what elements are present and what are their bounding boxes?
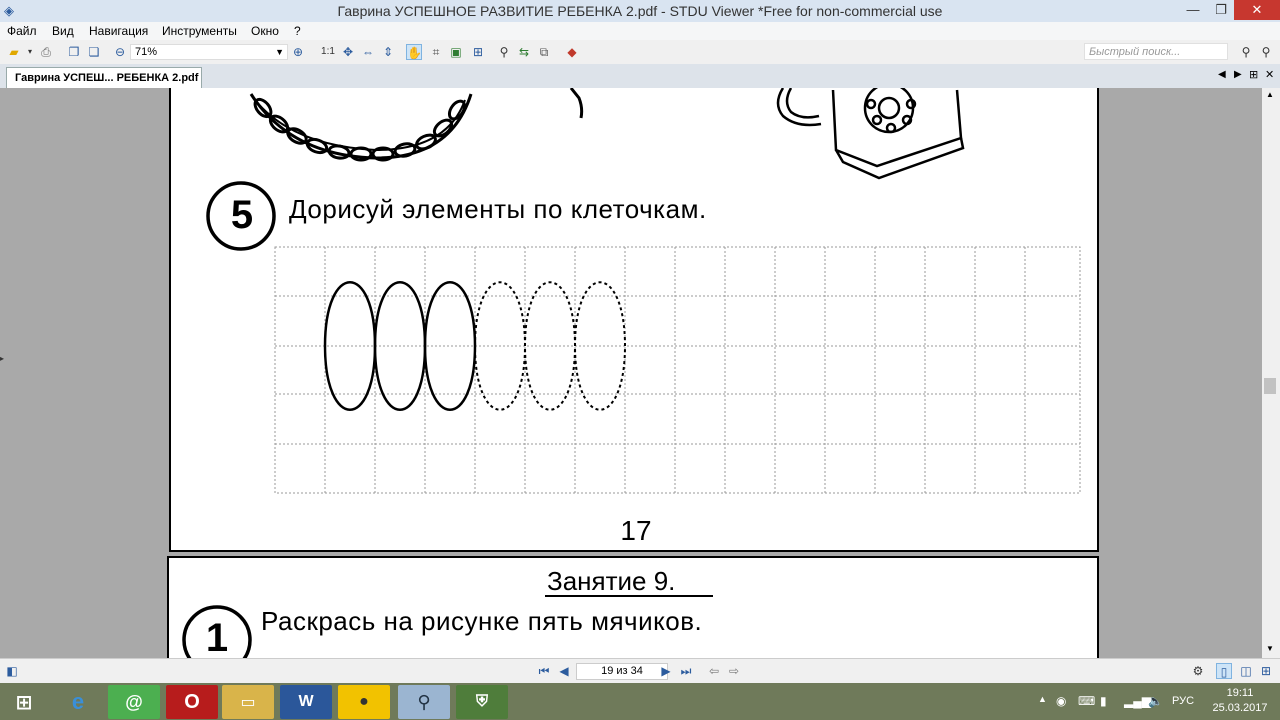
tray-browser-icon[interactable]: ◉ xyxy=(1056,694,1066,708)
copy-page-icon[interactable]: ❐ xyxy=(66,44,82,60)
side-panel-arrow-icon[interactable]: ▸ xyxy=(0,354,4,363)
tab-prev-icon[interactable]: ◀ xyxy=(1218,69,1226,80)
zoom-out-icon[interactable]: ⊖ xyxy=(112,44,128,60)
print-icon[interactable]: ⎙ xyxy=(38,44,54,60)
tray-network-icon[interactable]: ▂▄▆ xyxy=(1124,694,1151,708)
next-page-icon[interactable]: ▶ xyxy=(658,663,674,679)
grid-view-icon[interactable]: ⊞ xyxy=(1258,663,1274,679)
windows-start-icon[interactable]: ⊞ xyxy=(0,685,48,719)
prev-page-icon[interactable]: ◀ xyxy=(556,663,572,679)
taskbar: ⊞ e @ O ▭ W ● ⚲ ⛨ ▲ ◉ ⌨ ▮ ▂▄▆ 🔈 РУС 19:1… xyxy=(0,683,1280,720)
history-back-icon[interactable]: ⇦ xyxy=(706,663,722,679)
page-number: 17 xyxy=(620,515,652,546)
keyboard-language[interactable]: РУС xyxy=(1172,695,1194,707)
lesson-title: Занятие 9. xyxy=(547,566,676,596)
tray-battery-icon[interactable]: ▮ xyxy=(1100,694,1107,708)
page-artwork xyxy=(206,88,1081,494)
bookmark-icon[interactable]: ◆ xyxy=(564,44,580,60)
single-page-view-icon[interactable]: ▯ xyxy=(1216,663,1232,679)
find-icon[interactable]: ⚲ xyxy=(496,44,512,60)
two-page-view-icon[interactable]: ◫ xyxy=(1238,663,1254,679)
tab-bar: Гаврина УСПЕШ... РЕБЕНКА 2.pdf ◀ ▶ ⊞ ✕ xyxy=(0,64,1280,89)
maximize-button[interactable]: ❐ xyxy=(1208,0,1234,20)
toggle-panel-icon[interactable]: ◧ xyxy=(4,663,20,679)
file-explorer-icon[interactable]: ▭ xyxy=(222,685,274,719)
copy-icon[interactable]: ⧉ xyxy=(536,44,552,60)
tab-list-icon[interactable]: ⊞ xyxy=(1249,68,1258,81)
chain-illustration xyxy=(249,93,473,162)
clock-date[interactable]: 25.03.2017 xyxy=(1208,702,1272,714)
close-button[interactable]: ✕ xyxy=(1234,0,1280,20)
first-page-icon[interactable]: ⏮ xyxy=(536,663,552,679)
last-page-icon[interactable]: ⏭ xyxy=(678,663,694,679)
fit-width-icon[interactable]: ⇔ xyxy=(360,44,376,60)
scroll-down-icon[interactable]: ▼ xyxy=(1266,644,1274,653)
chevron-down-icon: ▼ xyxy=(275,47,284,57)
page-view-icon[interactable]: ❏ xyxy=(86,44,102,60)
task-number: 5 xyxy=(230,193,254,237)
tab-close-icon[interactable]: ✕ xyxy=(1265,68,1274,81)
zoom-select[interactable]: 71% ▼ xyxy=(130,44,288,60)
minimize-button[interactable]: — xyxy=(1180,0,1206,20)
tray-expand-icon[interactable]: ▲ xyxy=(1038,694,1047,704)
document-view[interactable]: ▸ 5 Дорисуй элементы по клеточкам. 17 За… xyxy=(0,88,1262,658)
status-bar: ◧ ⏮ ◀ 19 из 34 ▶ ⏭ ⇦ ⇨ ⚙ ▯ ◫ ⊞ xyxy=(0,658,1280,684)
viewer-app-icon[interactable]: ● xyxy=(338,685,390,719)
history-forward-icon[interactable]: ⇨ xyxy=(726,663,742,679)
search-options-icon[interactable]: ⚲ xyxy=(1258,44,1274,60)
dropdown-arrow-icon[interactable]: ▾ xyxy=(22,44,38,60)
zoom-in-icon[interactable]: ⊕ xyxy=(290,44,306,60)
mail-agent-icon[interactable]: @ xyxy=(108,685,160,719)
word-icon[interactable]: W xyxy=(280,685,332,719)
actual-size-button[interactable]: 1:1 xyxy=(318,44,338,60)
shield-app-icon[interactable]: ⛨ xyxy=(456,685,508,719)
menu-window[interactable]: Окно xyxy=(251,24,279,38)
partial-drawing xyxy=(569,88,584,119)
next-task-number: 1 xyxy=(205,616,229,658)
fit-height-icon[interactable]: ⇕ xyxy=(380,44,396,60)
next-task-instruction: Раскрась на рисунке пять мячиков. xyxy=(261,606,703,636)
tab-next-icon[interactable]: ▶ xyxy=(1234,69,1242,80)
tray-volume-icon[interactable]: 🔈 xyxy=(1148,694,1163,708)
telephone-illustration xyxy=(776,88,965,180)
tray-keyboard-icon[interactable]: ⌨ xyxy=(1078,694,1095,708)
zoom-value: 71% xyxy=(135,46,158,58)
menu-help[interactable]: ? xyxy=(294,24,301,38)
opera-icon[interactable]: O xyxy=(166,685,218,719)
menu-navigation[interactable]: Навигация xyxy=(89,24,148,38)
window-title: Гаврина УСПЕШНОЕ РАЗВИТИЕ РЕБЕНКА 2.pdf … xyxy=(337,3,943,19)
select-text-icon[interactable]: ⌗ xyxy=(428,44,444,60)
menu-view[interactable]: Вид xyxy=(52,24,74,38)
document-tab[interactable]: Гаврина УСПЕШ... РЕБЕНКА 2.pdf xyxy=(6,67,202,88)
pdf-page-17: 5 Дорисуй элементы по клеточкам. 17 xyxy=(169,88,1099,552)
vertical-scrollbar[interactable]: ▲ ▼ xyxy=(1262,88,1280,658)
search-icon[interactable]: ⚲ xyxy=(1238,44,1254,60)
stdu-viewer-taskbar-icon[interactable]: ⚲ xyxy=(398,685,450,719)
internet-explorer-icon[interactable]: e xyxy=(52,685,104,719)
clock-time[interactable]: 19:11 xyxy=(1212,687,1268,699)
fit-page-icon[interactable]: ✥ xyxy=(340,44,356,60)
title-bar: ◈ Гаврина УСПЕШНОЕ РАЗВИТИЕ РЕБЕНКА 2.pd… xyxy=(0,0,1280,22)
back-forward-icon[interactable]: ⇆ xyxy=(516,44,532,60)
menu-tools[interactable]: Инструменты xyxy=(162,24,237,38)
menu-file[interactable]: Файл xyxy=(7,24,37,38)
scrollbar-thumb[interactable] xyxy=(1264,378,1276,394)
menu-bar: Файл Вид Навигация Инструменты Окно ? xyxy=(0,22,1280,40)
page-indicator[interactable]: 19 из 34 xyxy=(576,663,668,680)
select-image-icon[interactable]: ▣ xyxy=(448,44,464,60)
quick-search-input[interactable]: Быстрый поиск... xyxy=(1084,43,1228,60)
open-folder-icon[interactable]: ▰ xyxy=(6,44,22,60)
pdf-page-18: Занятие 9. 1 Раскрась на рисунке пять мя… xyxy=(167,556,1099,658)
document-tab-label: Гаврина УСПЕШ... РЕБЕНКА 2.pdf xyxy=(15,72,199,84)
settings-icon[interactable]: ⚙ xyxy=(1190,663,1206,679)
dashed-loops xyxy=(474,281,627,411)
scroll-up-icon[interactable]: ▲ xyxy=(1266,90,1274,99)
hand-tool-icon[interactable]: ✋ xyxy=(406,44,422,60)
snapshot-icon[interactable]: ⊞ xyxy=(470,44,486,60)
task-instruction: Дорисуй элементы по клеточкам. xyxy=(289,194,707,224)
toolbar: ▰ ▾ ⎙ ❐ ❏ ⊖ 71% ▼ ⊕ 1:1 ✥ ⇔ ⇕ ✋ ⌗ ▣ ⊞ ⚲ … xyxy=(0,40,1280,65)
